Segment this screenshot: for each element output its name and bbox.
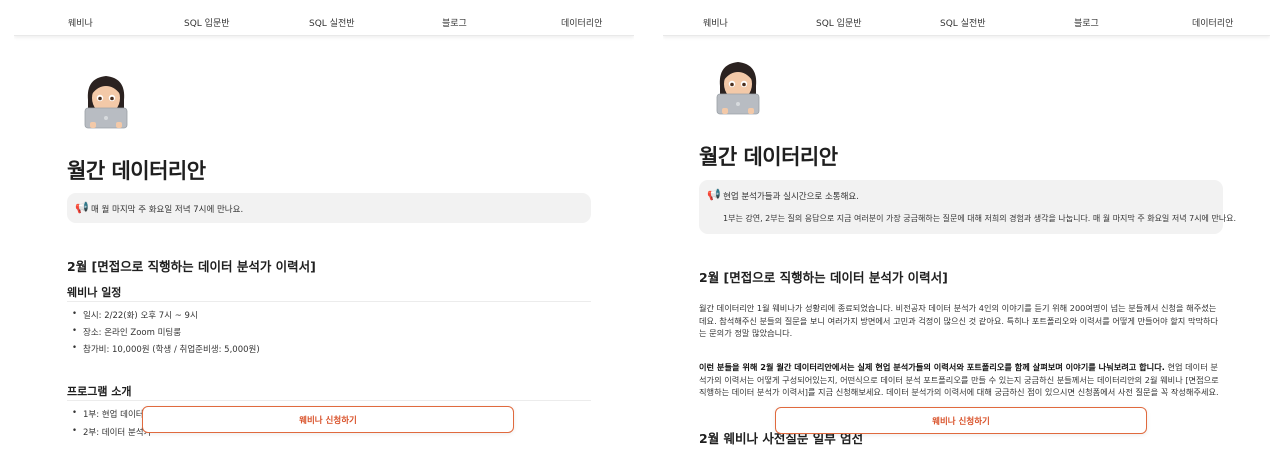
program-heading: 프로그램 소개	[67, 385, 132, 398]
detail-paragraph-emphasis: 이런 분들을 위해 2월 월간 데이터리안에서는 실제 현업 분석가들의 이력서…	[699, 362, 1165, 372]
webinar-apply-button[interactable]: 웨비나 신청하기	[142, 406, 514, 433]
callout-line-1: 현업 분석가들과 실시간으로 소통해요.	[723, 192, 859, 202]
page-title: 월간 데이터리안	[699, 145, 838, 169]
memoji-woman-laptop-icon	[80, 70, 132, 130]
list-item: 장소: 온라인 Zoom 미팅룸	[72, 326, 181, 338]
nav-item-sql-intro[interactable]: SQL 입문반	[184, 16, 230, 29]
section-title: 2월 [면접으로 직행하는 데이터 분석가 이력서]	[67, 259, 316, 274]
nav-item-sql-advanced[interactable]: SQL 실전반	[940, 16, 986, 29]
callout-text: 매 월 마지막 주 화요일 저녁 7시에 만나요.	[91, 205, 244, 215]
nav-item-datarian[interactable]: 데이터리안	[561, 16, 602, 29]
nav-item-blog[interactable]: 블로그	[1074, 16, 1099, 29]
nav-item-datarian[interactable]: 데이터리안	[1192, 16, 1233, 29]
list-item: 참가비: 10,000원 (학생 / 취업준비생: 5,000원)	[72, 343, 260, 355]
top-nav: 웨비나 SQL 입문반 SQL 실전반 블로그 데이터리안	[663, 0, 1270, 36]
nav-item-blog[interactable]: 블로그	[442, 16, 467, 29]
nav-item-webinar[interactable]: 웨비나	[68, 16, 93, 29]
section-title: 2월 [면접으로 직행하는 데이터 분석가 이력서]	[699, 270, 948, 285]
left-page-panel: 웨비나 SQL 입문반 SQL 실전반 블로그 데이터리안 월간 데이터리안 📢…	[14, 0, 634, 464]
list-item: 일시: 2/22(화) 오후 7시 ~ 9시	[72, 309, 198, 321]
top-nav: 웨비나 SQL 입문반 SQL 실전반 블로그 데이터리안	[14, 0, 634, 36]
nav-item-sql-advanced[interactable]: SQL 실전반	[309, 16, 355, 29]
callout-box: 📢 매 월 마지막 주 화요일 저녁 7시에 만나요.	[67, 193, 591, 223]
memoji-woman-laptop-icon	[712, 56, 764, 116]
webinar-apply-button[interactable]: 웨비나 신청하기	[775, 407, 1147, 434]
megaphone-icon: 📢	[707, 188, 721, 201]
intro-paragraph: 월간 데이터리안 1월 웨비나가 성황리에 종료되었습니다. 비전공자 데이터 …	[699, 303, 1219, 339]
nav-item-sql-intro[interactable]: SQL 입문반	[816, 16, 862, 29]
page-title: 월간 데이터리안	[67, 159, 206, 183]
right-page-panel: 웨비나 SQL 입문반 SQL 실전반 블로그 데이터리안 월간 데이터리안 📢…	[663, 0, 1270, 464]
megaphone-icon: 📢	[75, 201, 89, 214]
detail-paragraph: 이런 분들을 위해 2월 월간 데이터리안에서는 실제 현업 분석가들의 이력서…	[699, 361, 1223, 399]
divider	[67, 400, 591, 401]
callout-box: 📢 현업 분석가들과 실시간으로 소통해요. 1부는 강연, 2부는 질의 응답…	[699, 180, 1236, 234]
callout-line-2: 1부는 강연, 2부는 질의 응답으로 지금 여러분이 가장 궁금해하는 질문에…	[723, 214, 1237, 223]
nav-item-webinar[interactable]: 웨비나	[703, 16, 728, 29]
divider	[67, 301, 591, 302]
schedule-heading: 웨비나 일정	[67, 286, 122, 299]
